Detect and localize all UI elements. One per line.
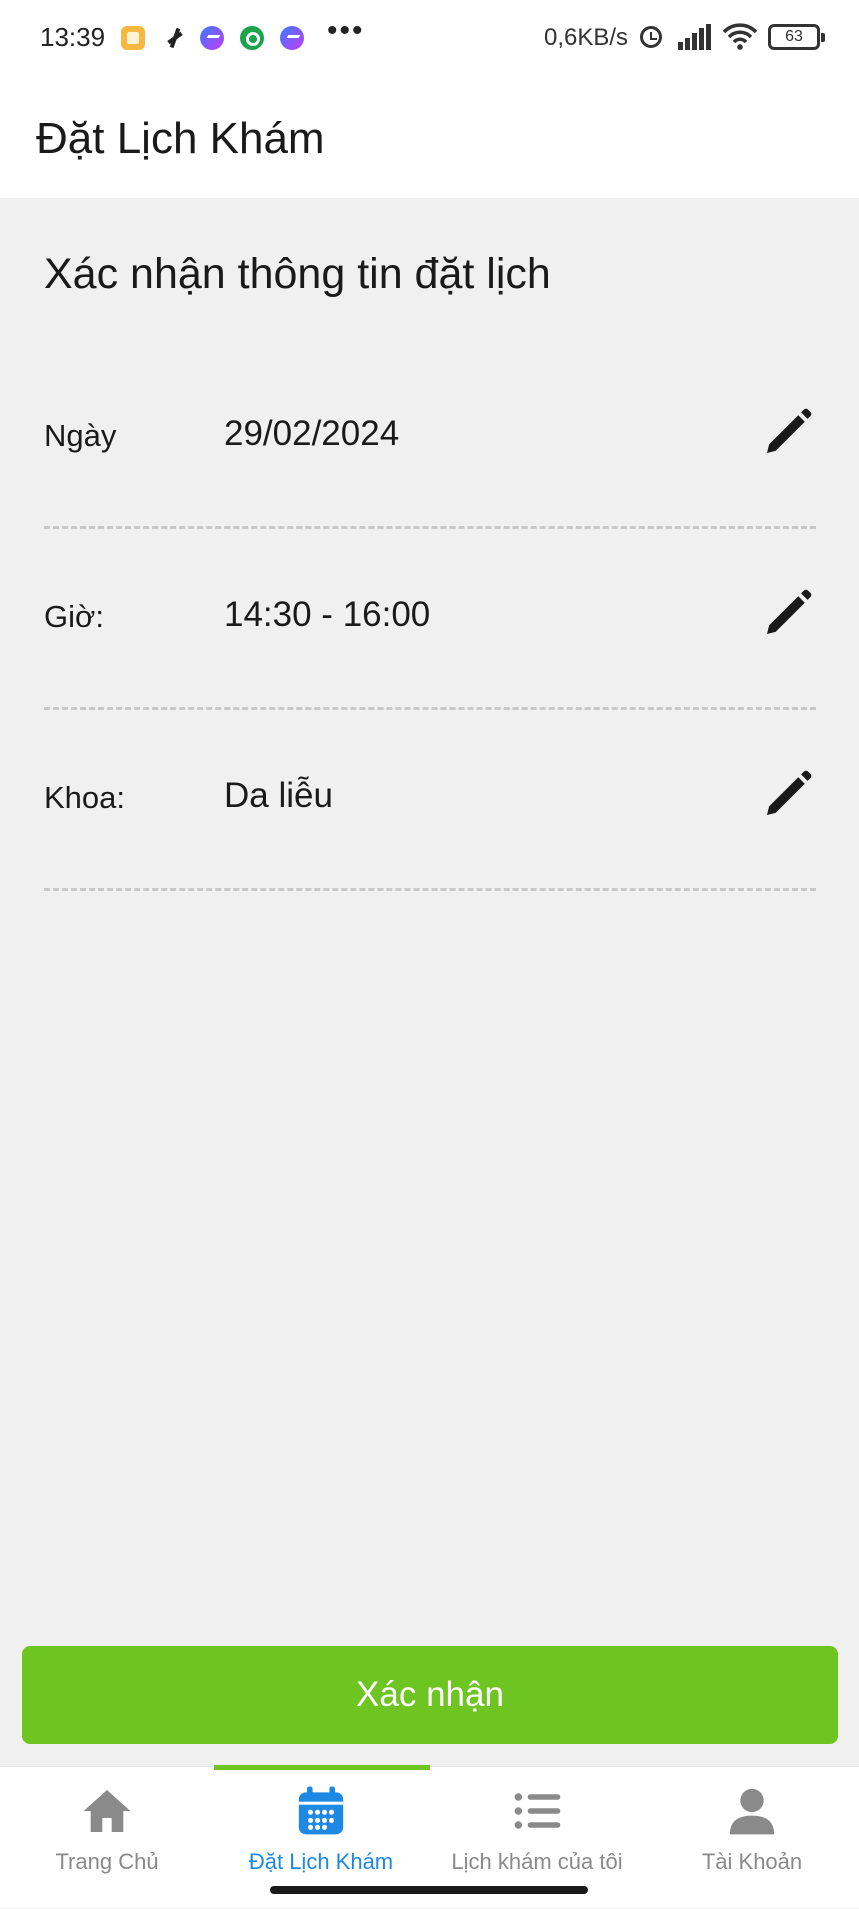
date-row: Ngày 29/02/2024	[44, 348, 816, 529]
wifi-icon	[722, 23, 758, 50]
notes-notification-icon	[121, 26, 145, 50]
messenger-notification-icon	[280, 26, 304, 50]
section-title: Xác nhận thông tin đặt lịch	[44, 250, 551, 298]
time-value: 14:30 - 16:00	[224, 595, 431, 634]
status-time: 13:39	[40, 22, 106, 52]
nav-label-account: Tài Khoản	[701, 1849, 803, 1874]
app-header: Đặt Lịch Khám	[0, 78, 859, 198]
edit-department-icon[interactable]	[760, 766, 816, 822]
messenger-notification-icon	[200, 26, 224, 50]
department-row: Khoa: Da liễu	[44, 710, 816, 891]
signal-icon	[678, 24, 711, 50]
date-value: 29/02/2024	[224, 414, 400, 453]
department-label: Khoa:	[44, 780, 126, 815]
more-notifications-icon: •••	[327, 14, 365, 47]
date-label: Ngày	[44, 418, 117, 453]
confirm-button[interactable]: Xác nhận	[22, 1646, 838, 1744]
edit-date-icon[interactable]	[760, 404, 816, 460]
nav-label-book-appointment: Đặt Lịch Khám	[248, 1849, 394, 1874]
page-title: Đặt Lịch Khám	[36, 114, 325, 163]
nav-item-home[interactable]: Trang Chủ	[0, 1767, 214, 1909]
status-bar: 13:39 ••• 0,6KB/s 63	[0, 0, 859, 78]
edit-time-icon[interactable]	[760, 585, 816, 641]
calendar-icon	[298, 1786, 344, 1835]
home-gesture-bar[interactable]	[270, 1886, 588, 1894]
home-icon	[83, 1790, 131, 1832]
department-value: Da liễu	[224, 776, 333, 815]
network-speed: 0,6KB/s	[544, 24, 629, 51]
app-notification-icon	[163, 26, 187, 50]
alarm-icon	[640, 26, 662, 48]
list-icon	[514, 1793, 561, 1829]
confirmation-panel: Xác nhận thông tin đặt lịch Ngày 29/02/2…	[0, 198, 859, 1766]
time-label: Giờ:	[44, 599, 104, 634]
battery-indicator: 63	[768, 24, 825, 50]
nav-item-account[interactable]: Tài Khoản	[645, 1767, 859, 1909]
time-row: Giờ: 14:30 - 16:00	[44, 529, 816, 710]
nav-label-my-appointments: Lịch khám của tôi	[451, 1849, 623, 1874]
user-icon	[729, 1788, 775, 1835]
nav-label-home: Trang Chủ	[55, 1849, 159, 1874]
grab-notification-icon	[240, 26, 264, 50]
